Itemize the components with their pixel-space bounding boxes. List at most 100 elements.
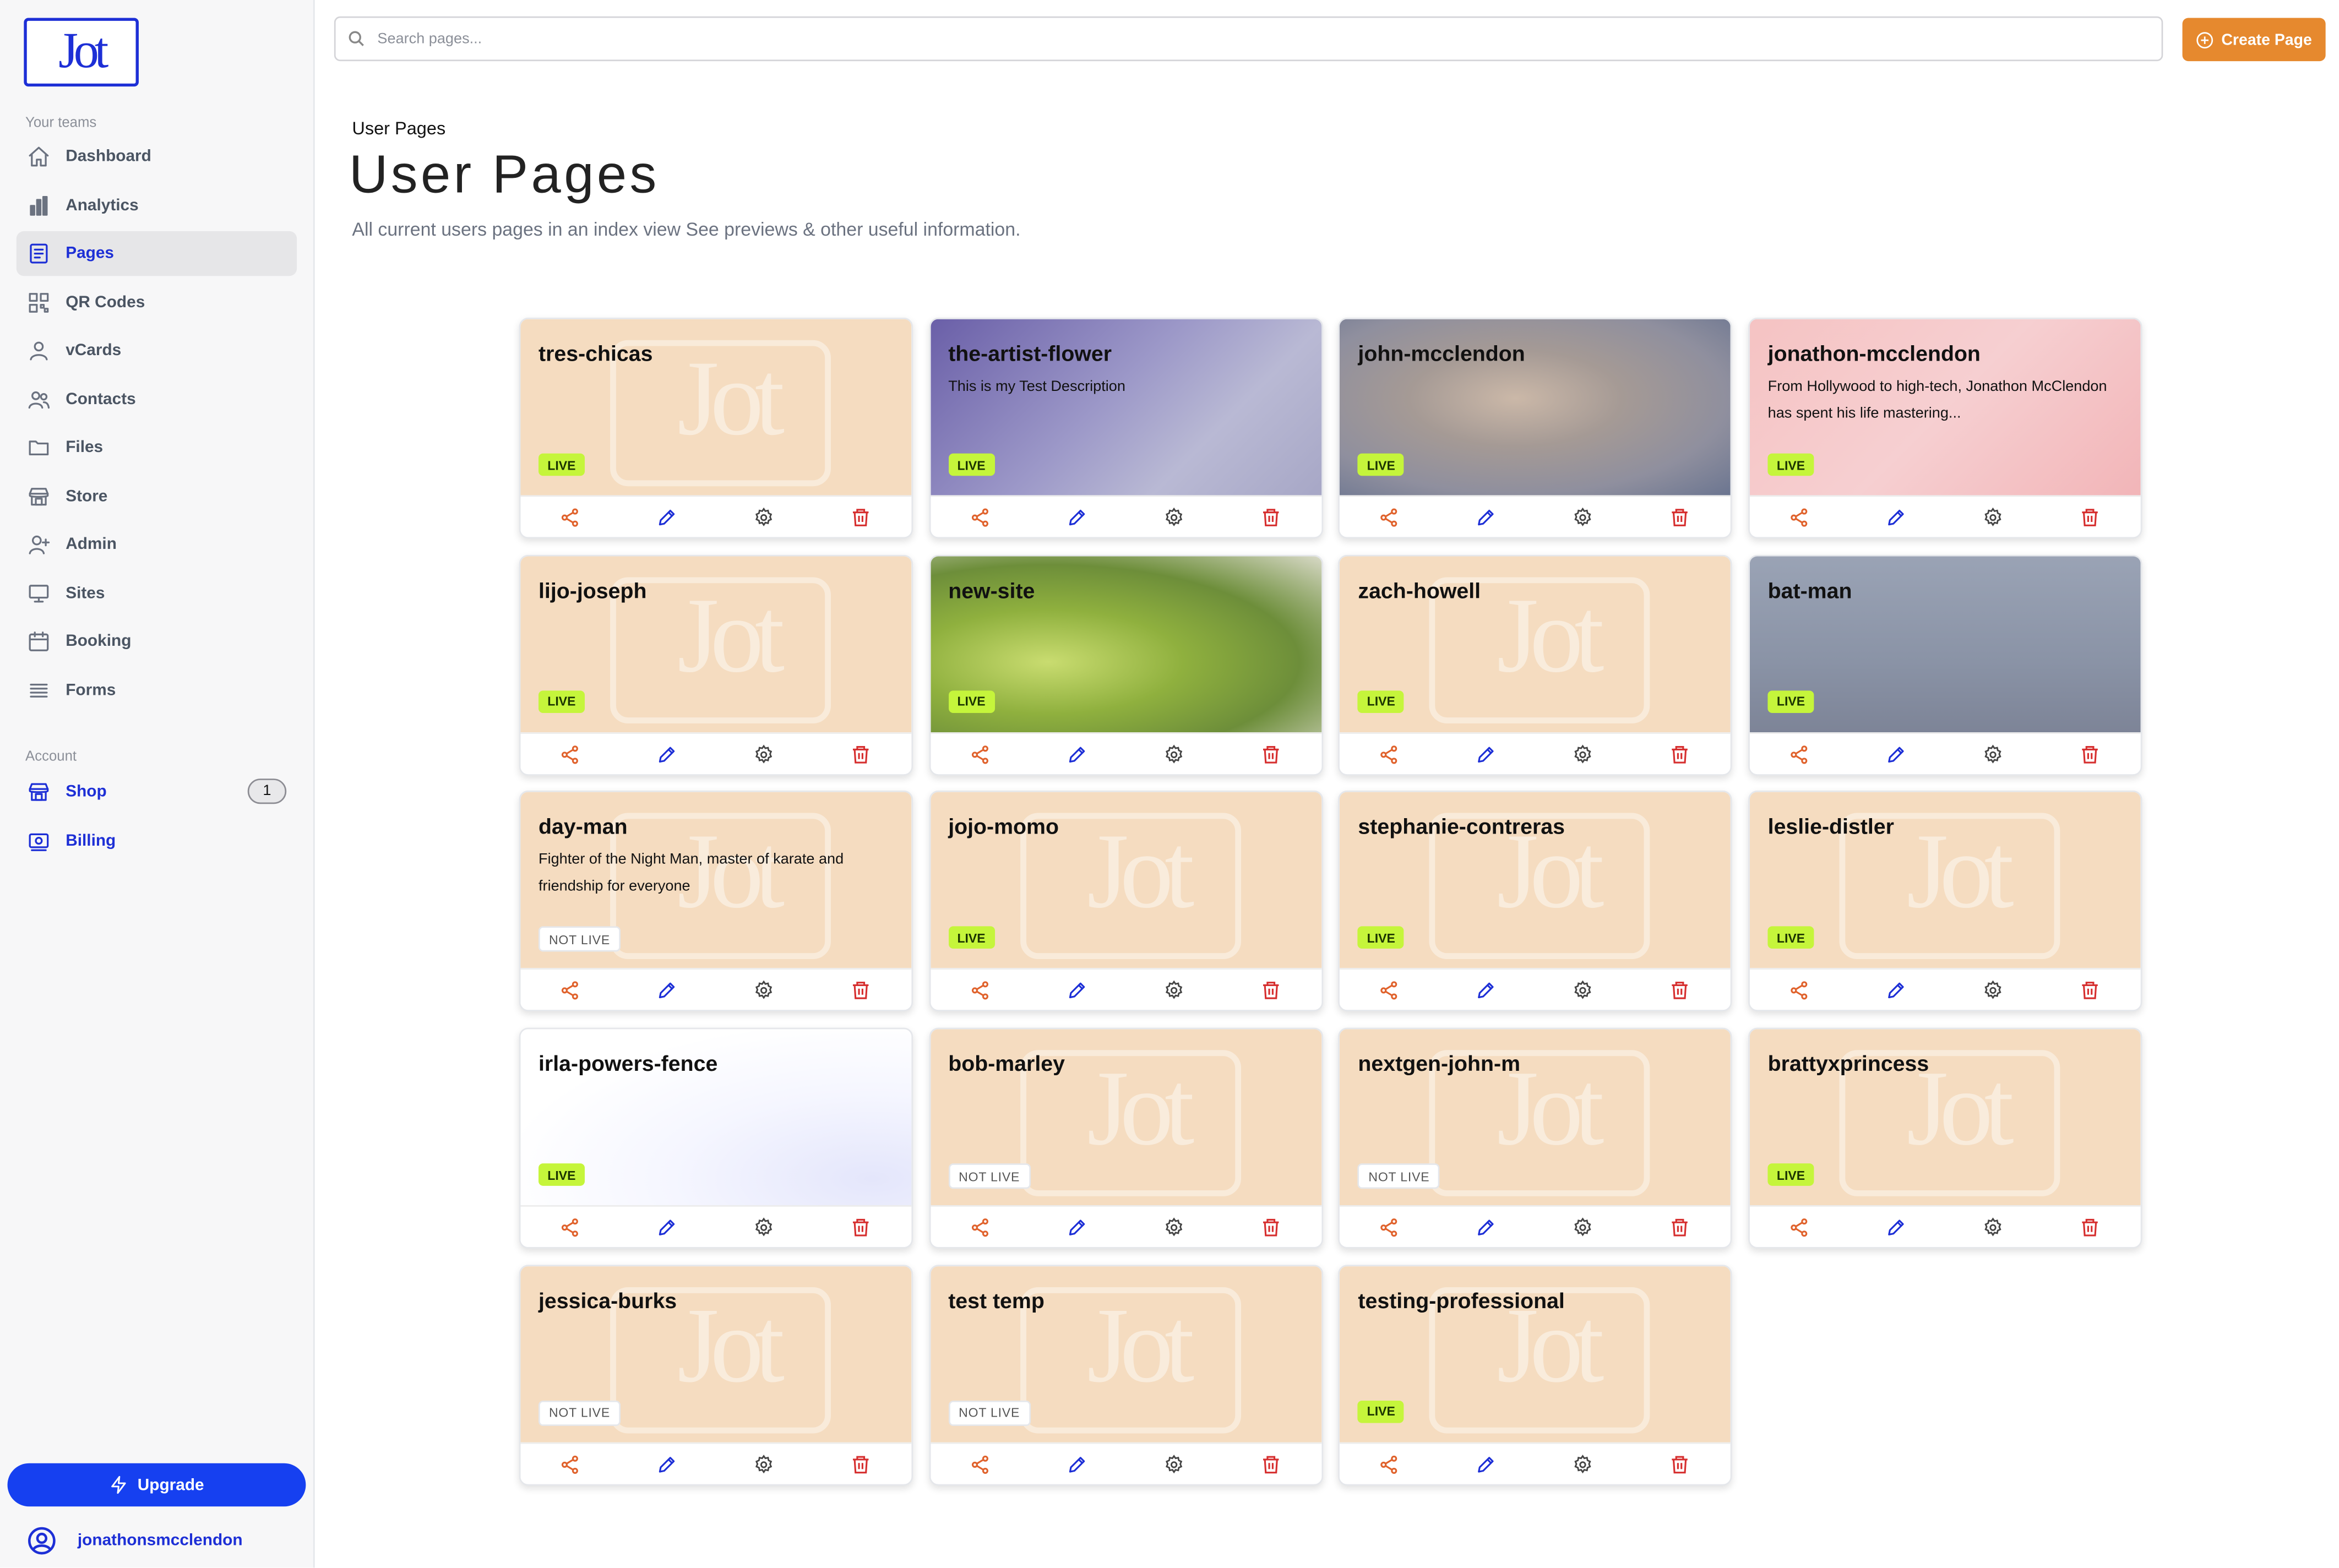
- gear-icon[interactable]: [1981, 742, 2005, 766]
- share-icon[interactable]: [558, 1452, 581, 1476]
- trash-icon[interactable]: [1259, 979, 1282, 1003]
- card-preview[interactable]: the-artist-flower This is my Test Descrip…: [930, 319, 1321, 496]
- trash-icon[interactable]: [1668, 505, 1692, 529]
- share-icon[interactable]: [1787, 979, 1811, 1003]
- trash-icon[interactable]: [849, 742, 873, 766]
- pencil-icon[interactable]: [655, 505, 678, 529]
- pencil-icon[interactable]: [1065, 742, 1089, 766]
- trash-icon[interactable]: [2078, 979, 2102, 1003]
- gear-icon[interactable]: [1981, 979, 2005, 1003]
- trash-icon[interactable]: [2078, 1216, 2102, 1239]
- card-preview[interactable]: irla-powers-fence LIVE: [520, 1029, 912, 1206]
- share-icon[interactable]: [967, 505, 991, 529]
- share-icon[interactable]: [558, 742, 581, 766]
- page-card[interactable]: Jot jessica-burks NOT LIVE: [519, 1264, 913, 1485]
- share-icon[interactable]: [1378, 1452, 1401, 1476]
- pencil-icon[interactable]: [1884, 1216, 1908, 1239]
- card-preview[interactable]: bat-man LIVE: [1750, 556, 2141, 732]
- create-page-button[interactable]: Create Page: [2182, 18, 2326, 62]
- trash-icon[interactable]: [849, 1452, 873, 1476]
- share-icon[interactable]: [558, 979, 581, 1003]
- page-card[interactable]: the-artist-flower This is my Test Descrip…: [928, 318, 1323, 539]
- card-preview[interactable]: Jot lijo-joseph LIVE: [520, 556, 912, 732]
- share-icon[interactable]: [558, 505, 581, 529]
- share-icon[interactable]: [1787, 742, 1811, 766]
- share-icon[interactable]: [558, 1216, 581, 1239]
- card-preview[interactable]: Jot leslie-distler LIVE: [1750, 792, 2141, 969]
- trash-icon[interactable]: [1259, 1452, 1282, 1476]
- trash-icon[interactable]: [849, 505, 873, 529]
- pencil-icon[interactable]: [655, 1452, 678, 1476]
- pencil-icon[interactable]: [1475, 979, 1498, 1003]
- gear-icon[interactable]: [1162, 505, 1185, 529]
- upgrade-button[interactable]: Upgrade: [7, 1463, 306, 1507]
- pencil-icon[interactable]: [1475, 505, 1498, 529]
- pencil-icon[interactable]: [1884, 505, 1908, 529]
- gear-icon[interactable]: [752, 1216, 775, 1239]
- card-preview[interactable]: Jot bob-marley NOT LIVE: [930, 1029, 1321, 1206]
- gear-icon[interactable]: [1571, 979, 1595, 1003]
- gear-icon[interactable]: [1981, 1216, 2005, 1239]
- user-profile[interactable]: jonathonsmcclendon: [27, 1526, 243, 1556]
- gear-icon[interactable]: [1571, 1452, 1595, 1476]
- page-card[interactable]: Jot brattyxprincess LIVE: [1748, 1027, 2142, 1249]
- card-preview[interactable]: new-site LIVE: [930, 556, 1321, 732]
- page-card[interactable]: Jot nextgen-john-m NOT LIVE: [1339, 1027, 1733, 1249]
- sidebar-item-forms[interactable]: Forms: [17, 667, 297, 712]
- sidebar-item-sites[interactable]: Sites: [17, 570, 297, 615]
- trash-icon[interactable]: [849, 1216, 873, 1239]
- pencil-icon[interactable]: [1884, 742, 1908, 766]
- search-input[interactable]: [374, 29, 2162, 49]
- trash-icon[interactable]: [1668, 1452, 1692, 1476]
- gear-icon[interactable]: [1162, 742, 1185, 766]
- trash-icon[interactable]: [2078, 742, 2102, 766]
- sidebar-item-admin[interactable]: Admin: [17, 522, 297, 567]
- card-preview[interactable]: Jot nextgen-john-m NOT LIVE: [1340, 1029, 1731, 1206]
- trash-icon[interactable]: [1668, 1216, 1692, 1239]
- gear-icon[interactable]: [1162, 1216, 1185, 1239]
- share-icon[interactable]: [1378, 1216, 1401, 1239]
- trash-icon[interactable]: [1259, 1216, 1282, 1239]
- sidebar-item-pages[interactable]: Pages: [16, 231, 297, 276]
- card-preview[interactable]: Jot zach-howell LIVE: [1340, 556, 1731, 732]
- sidebar-item-shop[interactable]: Shop 1: [17, 770, 297, 814]
- page-card[interactable]: Jot bob-marley NOT LIVE: [928, 1027, 1323, 1249]
- page-card[interactable]: Jot test temp NOT LIVE: [928, 1264, 1323, 1485]
- sidebar-item-store[interactable]: Store: [17, 473, 297, 518]
- share-icon[interactable]: [967, 1452, 991, 1476]
- page-card[interactable]: new-site LIVE: [928, 554, 1323, 775]
- page-card[interactable]: Jot tres-chicas LIVE: [519, 318, 913, 539]
- gear-icon[interactable]: [752, 742, 775, 766]
- sidebar-item-booking[interactable]: Booking: [17, 619, 297, 663]
- pencil-icon[interactable]: [655, 742, 678, 766]
- page-card[interactable]: Jot testing-professional LIVE: [1339, 1264, 1733, 1485]
- pencil-icon[interactable]: [1065, 505, 1089, 529]
- sidebar-item-billing[interactable]: Billing: [17, 818, 297, 863]
- card-preview[interactable]: Jot test temp NOT LIVE: [930, 1266, 1321, 1442]
- trash-icon[interactable]: [1259, 505, 1282, 529]
- pencil-icon[interactable]: [1065, 979, 1089, 1003]
- sidebar-item-dashboard[interactable]: Dashboard: [17, 134, 297, 179]
- sidebar-item-files[interactable]: Files: [17, 425, 297, 470]
- share-icon[interactable]: [967, 742, 991, 766]
- gear-icon[interactable]: [1162, 979, 1185, 1003]
- trash-icon[interactable]: [1668, 979, 1692, 1003]
- page-card[interactable]: Jot zach-howell LIVE: [1339, 554, 1733, 775]
- pencil-icon[interactable]: [1884, 979, 1908, 1003]
- search-bar[interactable]: [334, 16, 2163, 62]
- page-card[interactable]: Jot leslie-distler LIVE: [1748, 791, 2142, 1012]
- trash-icon[interactable]: [2078, 505, 2102, 529]
- page-card[interactable]: bat-man LIVE: [1748, 554, 2142, 775]
- share-icon[interactable]: [967, 1216, 991, 1239]
- page-card[interactable]: jonathon-mcclendon From Hollywood to high…: [1748, 318, 2142, 539]
- trash-icon[interactable]: [1259, 742, 1282, 766]
- trash-icon[interactable]: [1668, 742, 1692, 766]
- pencil-icon[interactable]: [655, 979, 678, 1003]
- sidebar-item-analytics[interactable]: Analytics: [17, 183, 297, 227]
- gear-icon[interactable]: [1571, 1216, 1595, 1239]
- page-card[interactable]: irla-powers-fence LIVE: [519, 1027, 913, 1249]
- gear-icon[interactable]: [1162, 1452, 1185, 1476]
- card-preview[interactable]: Jot stephanie-contreras LIVE: [1340, 792, 1731, 969]
- gear-icon[interactable]: [1571, 742, 1595, 766]
- page-card[interactable]: Jot lijo-joseph LIVE: [519, 554, 913, 775]
